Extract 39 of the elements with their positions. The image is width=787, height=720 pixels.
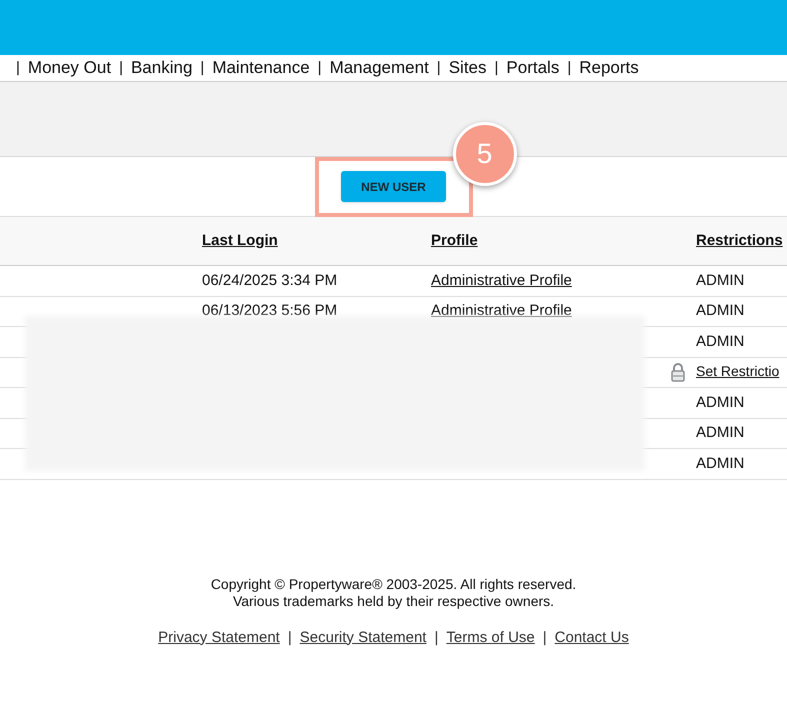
nav-link[interactable]: Reports bbox=[579, 55, 639, 81]
nav-divider: | bbox=[316, 58, 323, 78]
copyright-text: Copyright © Propertyware® 2003-2025. All rights reserved. bbox=[210, 576, 576, 592]
table-cell: ADMIN bbox=[696, 424, 744, 441]
profile-link[interactable]: Administrative Profile bbox=[431, 302, 572, 319]
nav-divider: | bbox=[494, 58, 500, 78]
copyright-text: Various trademarks held by their respective owners. bbox=[232, 592, 554, 610]
footer-link[interactable]: Contact Us bbox=[554, 626, 629, 649]
profile-link[interactable]: Administrative Profile bbox=[431, 272, 572, 288]
new-user-button[interactable]: NEW USER bbox=[341, 171, 446, 202]
nav-link[interactable]: Portals bbox=[506, 55, 560, 81]
nav-divider: | bbox=[15, 58, 21, 78]
lock-icon bbox=[671, 362, 685, 382]
nav-link[interactable]: Money Out bbox=[28, 55, 112, 81]
table-cell: 06/13/2023 5:56 PM bbox=[202, 302, 338, 319]
table-cell: 06/24/2025 3:34 PM bbox=[202, 272, 338, 288]
footer-link[interactable]: Security Statement bbox=[300, 626, 426, 649]
nav-divider: | bbox=[118, 58, 124, 78]
nav-divider: | bbox=[436, 58, 442, 78]
table-cell: ADMIN bbox=[696, 272, 744, 288]
column-header[interactable]: Profile bbox=[431, 230, 478, 252]
nav-link[interactable]: Banking bbox=[130, 55, 192, 81]
column-header[interactable]: Restrictions bbox=[696, 230, 783, 252]
footer-link[interactable]: Privacy Statement bbox=[158, 626, 280, 649]
column-header[interactable]: Last Login bbox=[202, 230, 278, 252]
set-restrictions-link[interactable]: Set Restrictio bbox=[696, 363, 780, 379]
nav-divider: | bbox=[199, 58, 206, 78]
table-cell: ADMIN bbox=[696, 454, 744, 472]
footer-divider: | bbox=[433, 628, 440, 648]
nav-link[interactable]: Management bbox=[330, 55, 429, 81]
nav-link[interactable]: Sites bbox=[448, 55, 486, 81]
nav-link[interactable]: Maintenance bbox=[212, 55, 310, 81]
table-cell: ADMIN bbox=[696, 394, 744, 410]
footer-link[interactable]: Terms of Use bbox=[446, 626, 535, 649]
table-cell: ADMIN bbox=[696, 332, 744, 350]
nav-divider: | bbox=[566, 58, 572, 78]
footer-divider: | bbox=[542, 628, 548, 648]
footer-divider: | bbox=[286, 628, 293, 648]
table-cell: ADMIN bbox=[696, 302, 744, 319]
